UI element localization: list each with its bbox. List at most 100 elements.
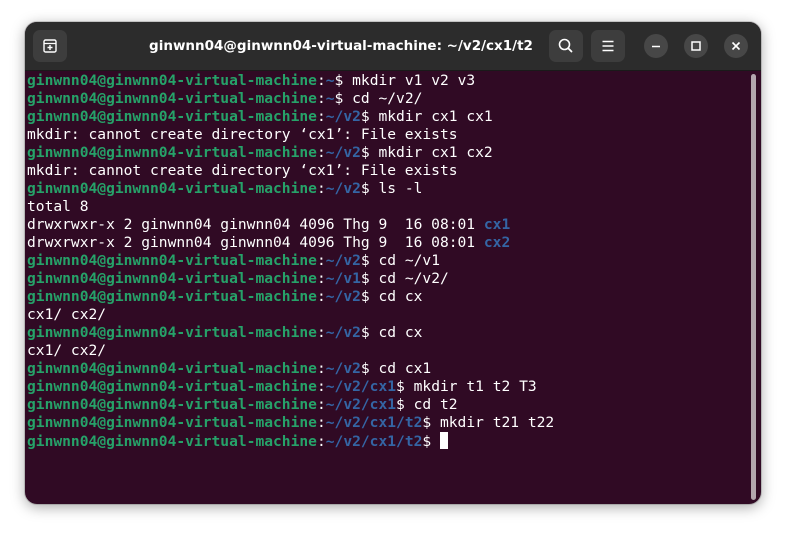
terminal-line: drwxrwxr-x 2 ginwnn04 ginwnn04 4096 Thg … <box>27 216 745 234</box>
prompt-separator: : <box>316 396 326 413</box>
prompt-symbol: $ <box>422 433 432 450</box>
prompt-user: ginwnn04@ginwnn04-virtual-machine <box>27 378 317 395</box>
terminal-line: ginwnn04@ginwnn04-virtual-machine:~/v2/c… <box>27 432 745 450</box>
terminal-line: mkdir: cannot create directory ‘cx1’: Fi… <box>27 162 745 180</box>
terminal-line: ginwnn04@ginwnn04-virtual-machine:~/v1$ … <box>27 270 745 288</box>
prompt-user: ginwnn04@ginwnn04-virtual-machine <box>27 72 317 89</box>
prompt-user: ginwnn04@ginwnn04-virtual-machine <box>27 144 317 161</box>
prompt-user: ginwnn04@ginwnn04-virtual-machine <box>27 433 317 450</box>
prompt-path: ~/v2 <box>325 324 361 341</box>
terminal-line: drwxrwxr-x 2 ginwnn04 ginwnn04 4096 Thg … <box>27 234 745 252</box>
prompt-user: ginwnn04@ginwnn04-virtual-machine <box>27 252 317 269</box>
prompt-separator: : <box>316 252 326 269</box>
prompt-separator: : <box>316 108 326 125</box>
terminal-line: ginwnn04@ginwnn04-virtual-machine:~/v2$ … <box>27 360 745 378</box>
title-bar[interactable]: ginwnn04@ginwnn04-virtual-machine: ~/v2/… <box>25 22 761 71</box>
prompt-user: ginwnn04@ginwnn04-virtual-machine <box>27 270 317 287</box>
terminal-line: ginwnn04@ginwnn04-virtual-machine:~/v2$ … <box>27 180 745 198</box>
prompt-path: ~/v2 <box>325 288 361 305</box>
minimize-button[interactable] <box>644 34 668 58</box>
prompt-separator: : <box>316 72 326 89</box>
prompt-path: ~/v2 <box>325 360 361 377</box>
prompt-user: ginwnn04@ginwnn04-virtual-machine <box>27 90 317 107</box>
new-tab-icon <box>43 39 57 53</box>
maximize-icon <box>691 41 701 51</box>
maximize-button[interactable] <box>684 34 708 58</box>
prompt-path: ~/v2/cx1 <box>325 378 397 395</box>
terminal-line: ginwnn04@ginwnn04-virtual-machine:~/v2$ … <box>27 144 745 162</box>
text-cursor <box>440 432 448 449</box>
terminal-line: ginwnn04@ginwnn04-virtual-machine:~/v2/c… <box>27 396 745 414</box>
prompt-separator: : <box>316 360 326 377</box>
new-tab-button[interactable] <box>33 30 67 62</box>
prompt-symbol: $ <box>360 252 370 269</box>
prompt-symbol: $ <box>360 180 370 197</box>
command-text: cd ~/v2/ <box>343 90 423 107</box>
command-text: ls -l <box>369 180 423 197</box>
prompt-path: ~/v2/cx1/t2 <box>325 433 423 450</box>
directory-name: cx2 <box>483 234 511 251</box>
prompt-symbol: $ <box>360 108 370 125</box>
command-text <box>431 433 440 450</box>
scrollbar[interactable] <box>751 74 756 500</box>
prompt-symbol: $ <box>396 378 405 395</box>
command-text: cd ~/v1 <box>369 252 440 269</box>
prompt-path: ~/v2 <box>325 108 361 125</box>
prompt-separator: : <box>316 180 326 197</box>
terminal-line: total 8 <box>27 198 745 216</box>
prompt-user: ginwnn04@ginwnn04-virtual-machine <box>27 108 317 125</box>
search-icon <box>558 38 573 53</box>
prompt-path: ~ <box>325 72 335 89</box>
command-text: mkdir t1 t2 T3 <box>404 378 537 395</box>
command-text: cd t2 <box>404 396 458 413</box>
menu-button[interactable] <box>591 30 625 62</box>
prompt-path: ~/v1 <box>325 270 361 287</box>
window-title: ginwnn04@ginwnn04-virtual-machine: ~/v2/… <box>149 38 533 54</box>
prompt-user: ginwnn04@ginwnn04-virtual-machine <box>27 180 317 197</box>
directory-name: cx1 <box>483 216 511 233</box>
terminal-line: ginwnn04@ginwnn04-virtual-machine:~/v2$ … <box>27 108 745 126</box>
command-text: mkdir t21 t22 <box>431 414 555 431</box>
prompt-user: ginwnn04@ginwnn04-virtual-machine <box>27 396 317 413</box>
command-text: mkdir cx1 cx1 <box>369 108 493 125</box>
hamburger-menu-icon <box>602 40 614 52</box>
prompt-separator: : <box>316 90 326 107</box>
search-button[interactable] <box>549 30 583 62</box>
prompt-path: ~/v2 <box>325 144 361 161</box>
command-text: cd cx <box>369 288 423 305</box>
prompt-separator: : <box>316 288 326 305</box>
listing-text: drwxrwxr-x 2 ginwnn04 ginwnn04 4096 Thg … <box>27 234 484 251</box>
terminal-window: ginwnn04@ginwnn04-virtual-machine: ~/v2/… <box>25 22 761 504</box>
prompt-symbol: $ <box>396 396 405 413</box>
prompt-separator: : <box>316 270 326 287</box>
output-text: cx1/ cx2/ <box>27 306 107 323</box>
prompt-path: ~ <box>325 90 335 107</box>
prompt-symbol: $ <box>360 288 370 305</box>
terminal-line: ginwnn04@ginwnn04-virtual-machine:~$ cd … <box>27 90 745 108</box>
terminal-line: mkdir: cannot create directory ‘cx1’: Fi… <box>27 126 745 144</box>
prompt-path: ~/v2/cx1/t2 <box>325 414 423 431</box>
prompt-user: ginwnn04@ginwnn04-virtual-machine <box>27 414 317 431</box>
prompt-separator: : <box>316 378 326 395</box>
command-text: cd cx <box>369 324 423 341</box>
output-text: total 8 <box>27 198 89 215</box>
minimize-icon <box>652 45 660 48</box>
terminal-line: ginwnn04@ginwnn04-virtual-machine:~/v2/c… <box>27 378 745 396</box>
prompt-path: ~/v2 <box>325 180 361 197</box>
terminal-line: ginwnn04@ginwnn04-virtual-machine:~/v2$ … <box>27 252 745 270</box>
prompt-separator: : <box>316 414 326 431</box>
terminal-output[interactable]: ginwnn04@ginwnn04-virtual-machine:~$ mkd… <box>27 72 745 502</box>
terminal-line: cx1/ cx2/ <box>27 306 745 324</box>
terminal-line: cx1/ cx2/ <box>27 342 745 360</box>
command-text: cd cx1 <box>369 360 432 377</box>
command-text: cd ~/v2/ <box>369 270 449 287</box>
prompt-path: ~/v2/cx1 <box>325 396 397 413</box>
prompt-path: ~/v2 <box>325 252 361 269</box>
prompt-separator: : <box>316 433 326 450</box>
close-button[interactable] <box>724 34 748 58</box>
prompt-user: ginwnn04@ginwnn04-virtual-machine <box>27 324 317 341</box>
command-text: mkdir cx1 cx2 <box>369 144 493 161</box>
terminal-line: ginwnn04@ginwnn04-virtual-machine:~/v2$ … <box>27 288 745 306</box>
prompt-user: ginwnn04@ginwnn04-virtual-machine <box>27 288 317 305</box>
terminal-line: ginwnn04@ginwnn04-virtual-machine:~/v2/c… <box>27 414 745 432</box>
